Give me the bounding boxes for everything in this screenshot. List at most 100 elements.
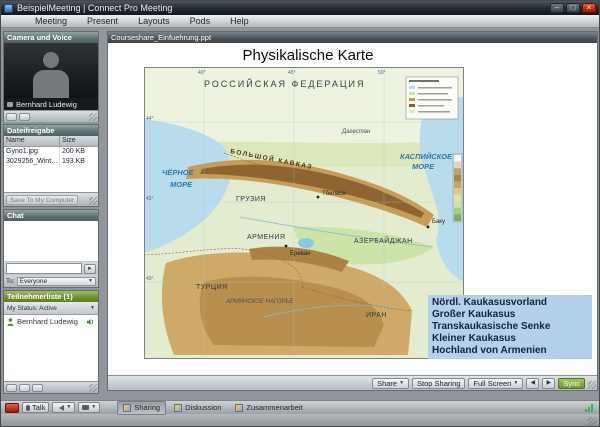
map-label-dagestan: Дагестан (341, 129, 371, 135)
map-label-armenia: АРМЕНИЯ (247, 234, 285, 241)
stop-sharing-button[interactable]: Stop Sharing (412, 378, 465, 389)
pod-resize-grip[interactable] (89, 197, 97, 205)
close-button[interactable]: × (582, 3, 596, 13)
chat-input[interactable] (6, 263, 82, 274)
map-grid-label: 45° (288, 70, 296, 76)
menu-bar: Meeting Present Layouts Pods Help (1, 15, 599, 28)
camera-settings-button[interactable]: ▼ (78, 402, 100, 413)
map-label-baku: Баку (432, 219, 445, 225)
slide-annotation-list: Nördl. Kaukasusvorland Großer Kaukasus T… (428, 295, 592, 359)
pod-options-button[interactable] (32, 384, 43, 392)
attendee-pod-toolbar (4, 381, 98, 393)
map-legend (406, 77, 458, 119)
camera-icon (7, 102, 13, 107)
maximize-button[interactable]: □ (566, 3, 580, 13)
menu-present[interactable]: Present (77, 15, 128, 27)
end-call-button[interactable] (5, 403, 19, 413)
talk-button[interactable]: Talk (22, 402, 49, 413)
file-list-empty-area (4, 167, 98, 192)
camera-icon (82, 405, 89, 410)
layout-icon (235, 404, 243, 412)
broadcaster-name: Bernhard Ludewig (16, 100, 77, 109)
attendee-name: Bernhard Ludewig (17, 317, 78, 326)
attendee-list: Bernhard Ludewig (4, 315, 98, 381)
pod-resize-grip[interactable] (89, 113, 97, 121)
avatar (33, 70, 69, 98)
caucasus-map: РОССИЙСКАЯ ФЕДЕРАЦИЯ ЧЁРНОЕ МОРЕ КАСПИЙС… (144, 67, 464, 359)
file-row[interactable]: 3029256_Winter.jpg 193 KB (4, 157, 98, 167)
window-resize-grip[interactable] (588, 417, 597, 426)
my-status-label: My Status: Active (7, 305, 57, 312)
slide-title: Physikalische Karte (108, 47, 508, 64)
to-label: To: (6, 278, 15, 285)
elevation-scale (453, 154, 462, 222)
share-pod-controls: Share ▼ Stop Sharing Full Screen ▼ ◀ ▶ S… (108, 375, 597, 390)
connection-status-icon (585, 404, 595, 412)
camera-pod-header[interactable]: Camera und Voice (4, 32, 98, 43)
file-table-header: Name Size (4, 136, 98, 147)
tab-sharing[interactable]: Sharing (117, 401, 166, 415)
window-title: BeispielMeeting | Connect Pro Meeting (17, 1, 172, 15)
pod-resize-grip[interactable] (89, 384, 97, 392)
menu-pods[interactable]: Pods (180, 15, 221, 27)
file-size: 193 KB (60, 157, 98, 167)
microphone-icon (26, 405, 30, 411)
raise-hand-button[interactable] (6, 384, 17, 392)
attendee-row[interactable]: Bernhard Ludewig (4, 316, 98, 327)
speaker-icon (56, 405, 64, 411)
map-label-caspian-sea: КАСПИЙСКОЕ (400, 152, 453, 161)
my-status-dropdown[interactable]: My Status: Active ▼ (4, 302, 98, 315)
attendee-pod: Teilnehmerliste (1) My Status: Active ▼ … (3, 290, 99, 394)
tab-diskussion[interactable]: Diskussion (168, 401, 227, 415)
file-row[interactable]: Gyno1.jpg 200 KB (4, 147, 98, 157)
camera-pod-title: Camera und Voice (7, 33, 72, 42)
share-pod: Courseshare_Einfuehrung.ppt Physikalisch… (107, 31, 598, 391)
map-grid-label: 40° (198, 70, 206, 76)
map-label-black-sea: ЧЁРНОЕ (162, 168, 195, 177)
fileshare-pod-title: Dateifreigabe (7, 126, 55, 135)
tab-zusammenarbeit[interactable]: Zusammenarbeit (229, 401, 308, 415)
map-label-georgia: ГРУЗИЯ (236, 196, 266, 203)
column-name[interactable]: Name (4, 136, 60, 146)
window-footer (1, 414, 599, 427)
previous-slide-button[interactable]: ◀ (526, 378, 539, 389)
annotation-line: Transkaukasische Senke (432, 321, 588, 333)
layout-icon (123, 404, 131, 412)
next-slide-button[interactable]: ▶ (542, 378, 555, 389)
chat-recipient-select[interactable]: Everyone ▼ (17, 277, 96, 286)
chat-send-button[interactable]: ► (84, 264, 96, 274)
share-menu-button[interactable]: Share ▼ (372, 378, 409, 389)
pause-camera-button[interactable] (19, 113, 30, 121)
map-grid-label: 40° (146, 276, 154, 282)
file-name: Gyno1.jpg (4, 147, 60, 157)
status-bar: Talk ▼ ▼ Sharing Diskussion Zusammenarbe… (1, 400, 599, 414)
pod-resize-grip[interactable] (588, 381, 596, 389)
annotation-line: Hochland von Armenien (432, 345, 588, 357)
full-screen-button[interactable]: Full Screen ▼ (468, 378, 523, 389)
chat-pod-header[interactable]: Chat (4, 210, 98, 221)
menu-meeting[interactable]: Meeting (25, 15, 77, 27)
menu-layouts[interactable]: Layouts (128, 15, 180, 27)
map-label-iran: ИРАН (366, 312, 387, 319)
menu-help[interactable]: Help (220, 15, 259, 27)
chat-message-area (4, 221, 98, 262)
annotation-line: Großer Kaukasus (432, 309, 588, 321)
column-size[interactable]: Size (60, 136, 98, 146)
minimize-button[interactable]: – (550, 3, 564, 13)
fileshare-pod-header[interactable]: Dateifreigabe (4, 125, 98, 136)
file-name: 3029256_Winter.jpg (4, 157, 60, 167)
speaker-volume-button[interactable]: ▼ (52, 402, 75, 413)
chat-to-row: To: Everyone ▼ (4, 275, 98, 287)
chevron-down-icon: ▼ (91, 405, 96, 410)
save-to-computer-button[interactable]: Save To My Computer (6, 195, 78, 205)
set-status-button[interactable] (19, 384, 30, 392)
chevron-down-icon: ▼ (513, 381, 518, 386)
start-camera-button[interactable] (6, 113, 17, 121)
speaker-icon (86, 318, 95, 326)
map-label-russia: РОССИЙСКАЯ ФЕДЕРАЦИЯ (204, 78, 365, 89)
chevron-down-icon: ▼ (88, 279, 93, 284)
share-pod-header[interactable]: Courseshare_Einfuehrung.ppt (108, 32, 597, 43)
chevron-down-icon: ▼ (399, 381, 404, 386)
sync-button[interactable]: Sync (558, 378, 585, 389)
attendee-pod-header[interactable]: Teilnehmerliste (1) (4, 291, 98, 302)
